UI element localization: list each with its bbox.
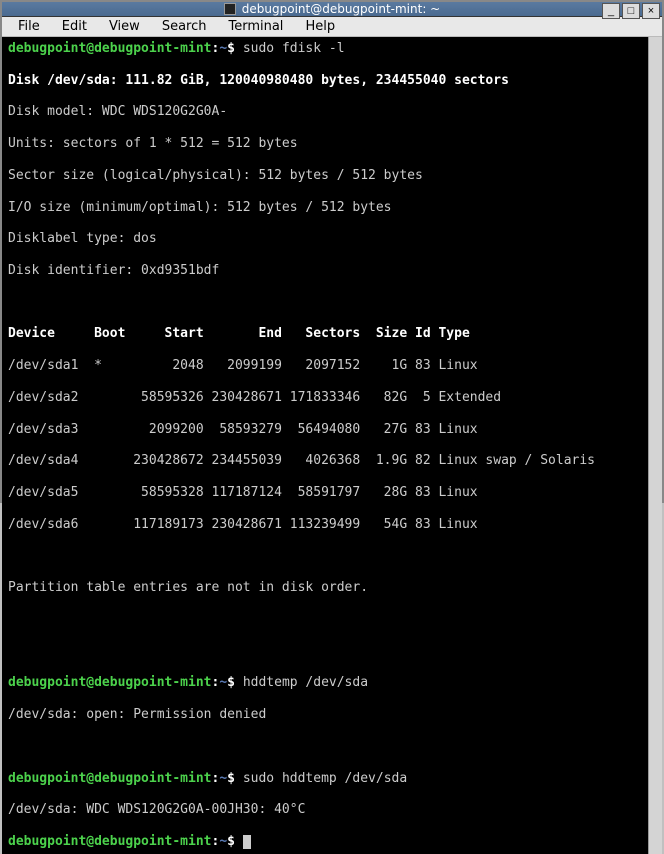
scrollbar[interactable] [648,37,662,854]
prompt-userhost: debugpoint@debugpoint-mint [8,41,212,56]
cursor [243,835,251,849]
prompt-dollar: $ [227,41,243,56]
prompt-path: ~ [219,675,227,690]
prompt-path: ~ [219,771,227,786]
close-button[interactable]: × [642,3,660,19]
prompt-userhost: debugpoint@debugpoint-mint [8,771,212,786]
output-3: /dev/sda: WDC WDS120G2G0A-00JH30: 40°C [8,802,642,818]
fdisk-sector: Sector size (logical/physical): 512 byte… [8,168,642,184]
prompt-sep: : [212,834,220,849]
cmd-2: hddtemp /dev/sda [243,675,368,690]
table-row: /dev/sda4 230428672 234455039 4026368 1.… [8,453,642,469]
fdisk-identifier: Disk identifier: 0xd9351bdf [8,263,642,279]
menu-edit[interactable]: Edit [52,17,97,36]
terminal-output[interactable]: debugpoint@debugpoint-mint:~$ sudo fdisk… [2,37,648,854]
fdisk-labeltype: Disklabel type: dos [8,231,642,247]
terminal-window: debugpoint@debugpoint-mint: ~ _ □ × File… [0,0,664,503]
cmd-1: sudo fdisk -l [243,41,345,56]
fdisk-disk-line: Disk /dev/sda: 111.82 GiB, 120040980480 … [8,73,642,89]
prompt-path: ~ [219,834,227,849]
fdisk-model: Disk model: WDC WDS120G2G0A- [8,104,642,120]
window-controls: _ □ × [602,3,660,19]
prompt-dollar: $ [227,675,243,690]
fdisk-io: I/O size (minimum/optimal): 512 bytes / … [8,200,642,216]
maximize-button[interactable]: □ [622,3,640,19]
prompt-sep: : [212,771,220,786]
prompt-userhost: debugpoint@debugpoint-mint [8,834,212,849]
table-row: /dev/sda1 * 2048 2099199 2097152 1G 83 L… [8,358,642,374]
table-row: /dev/sda2 58595326 230428671 171833346 8… [8,390,642,406]
table-row: /dev/sda5 58595328 117187124 58591797 28… [8,485,642,501]
minimize-button[interactable]: _ [602,3,620,19]
window-title: debugpoint@debugpoint-mint: ~ [242,2,440,16]
menu-file[interactable]: File [8,17,50,36]
menu-view[interactable]: View [99,17,150,36]
menu-terminal[interactable]: Terminal [218,17,293,36]
table-row: /dev/sda6 117189173 230428671 113239499 … [8,517,642,533]
prompt-sep: : [212,675,220,690]
menu-help[interactable]: Help [295,17,345,36]
menubar: File Edit View Search Terminal Help [2,17,662,37]
output-2: /dev/sda: open: Permission denied [8,707,642,723]
prompt-userhost: debugpoint@debugpoint-mint [8,675,212,690]
prompt-path: ~ [219,41,227,56]
cmd-3: sudo hddtemp /dev/sda [243,771,407,786]
titlebar[interactable]: debugpoint@debugpoint-mint: ~ _ □ × [2,2,662,17]
terminal-icon [224,3,236,15]
prompt-dollar: $ [227,771,243,786]
fdisk-note: Partition table entries are not in disk … [8,580,642,596]
menu-search[interactable]: Search [152,17,217,36]
table-row: /dev/sda3 2099200 58593279 56494080 27G … [8,422,642,438]
prompt-dollar: $ [227,834,243,849]
fdisk-units: Units: sectors of 1 * 512 = 512 bytes [8,136,642,152]
fdisk-header: Device Boot Start End Sectors Size Id Ty… [8,326,642,342]
